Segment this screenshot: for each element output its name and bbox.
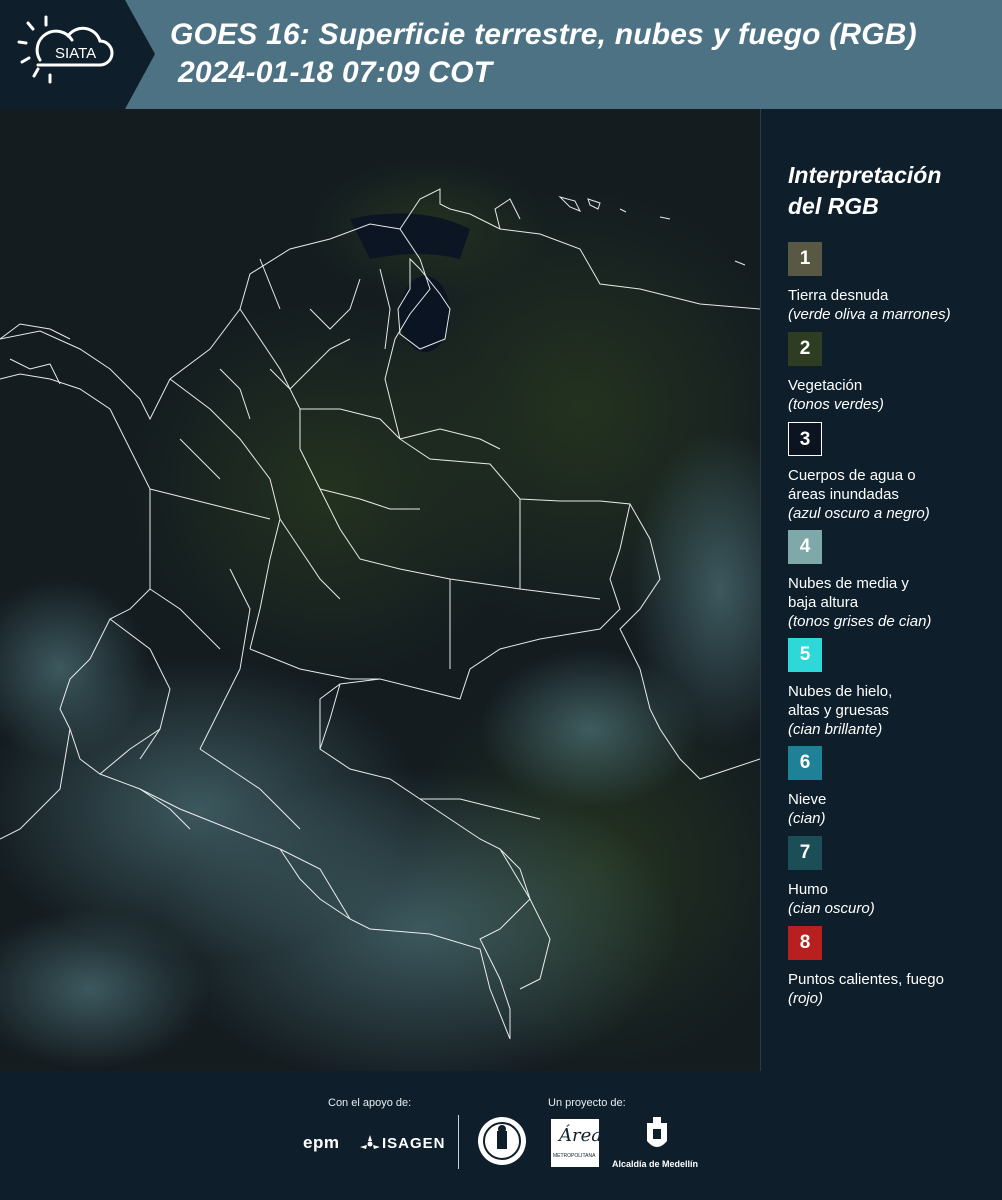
legend-text-3: Cuerpos de agua o áreas inundadas (azul … [788, 466, 998, 523]
alcaldia-logo: Alcaldía de Medellín [612, 1159, 699, 1169]
header: SIATA GOES 16: Superficie terrestre, nub… [0, 0, 1002, 109]
rgb-legend: Interpretación del RGB 1 Tierra desnuda … [788, 160, 998, 1016]
legend-label-4b: baja altura [788, 594, 859, 611]
legend-label-5: Nubes de hielo, [788, 683, 893, 700]
legend-text-1: Tierra desnuda (verde oliva a marrones) [788, 286, 998, 324]
legend-swatch-3: 3 [788, 422, 822, 456]
legend-label-1: Tierra desnuda [788, 287, 889, 304]
logo-text: SIATA [55, 45, 96, 62]
legend-swatch-5: 5 [788, 638, 822, 672]
legend-item-4: 4 Nubes de media y baja altura (tonos gr… [788, 530, 998, 638]
legend-item-6: 6 Nieve (cian) [788, 746, 998, 836]
legend-sub-8: (rojo) [788, 990, 824, 1007]
legend-item-3: 3 Cuerpos de agua o áreas inundadas (azu… [788, 422, 998, 530]
legend-item-2: 2 Vegetación (tonos verdes) [788, 332, 998, 422]
legend-sub-5: (cian brillante) [788, 721, 883, 738]
area-logo-text: Área [559, 1125, 602, 1146]
isagen-icon [360, 1135, 380, 1149]
legend-text-4: Nubes de media y baja altura (tonos gris… [788, 574, 998, 631]
legend-sub-6: (cian) [788, 810, 826, 827]
legend-text-8: Puntos calientes, fuego (rojo) [788, 970, 998, 1008]
legend-swatch-1: 1 [788, 242, 822, 276]
legend-text-7: Humo (cian oscuro) [788, 880, 998, 918]
legend-item-7: 7 Humo (cian oscuro) [788, 836, 998, 926]
legend-text-5: Nubes de hielo, altas y gruesas (cian br… [788, 682, 998, 739]
legend-sub-3: (azul oscuro a negro) [788, 505, 930, 522]
support-label: Con el apoyo de: [328, 1097, 412, 1109]
title-line-2: 2024-01-18 07:09 COT [178, 56, 493, 89]
legend-text-2: Vegetación (tonos verdes) [788, 376, 998, 414]
legend-title-line-1: Interpretación [788, 162, 942, 188]
title-line-1: GOES 16: Superficie terrestre, nubes y f… [170, 18, 917, 51]
legend-title: Interpretación del RGB [788, 160, 998, 222]
legend-label-6: Nieve [788, 791, 827, 808]
epm-logo: epm [303, 1133, 340, 1152]
legend-swatch-8: 8 [788, 926, 822, 960]
legend-label-5b: altas y gruesas [788, 702, 889, 719]
legend-item-5: 5 Nubes de hielo, altas y gruesas (cian … [788, 638, 998, 746]
legend-label-3b: áreas inundadas [788, 486, 899, 503]
project-label: Un proyecto de: [548, 1097, 626, 1109]
page-title: GOES 16: Superficie terrestre, nubes y f… [170, 16, 917, 92]
isagen-logo: ISAGEN [382, 1135, 446, 1152]
legend-item-1: 1 Tierra desnuda (verde oliva a marrones… [788, 242, 998, 332]
legend-text-6: Nieve (cian) [788, 790, 998, 828]
siata-logo: SIATA [0, 0, 155, 109]
legend-sub-7: (cian oscuro) [788, 900, 875, 917]
legend-label-3: Cuerpos de agua o [788, 467, 916, 484]
legend-swatch-4: 4 [788, 530, 822, 564]
area-metropolitana-logo: Área METROPOLITANA [551, 1119, 602, 1167]
legend-label-8: Puntos calientes, fuego [788, 971, 944, 988]
legend-title-line-2: del RGB [788, 193, 879, 219]
legend-label-7: Humo [788, 881, 829, 898]
legend-sub-2: (tonos verdes) [788, 396, 884, 413]
legend-swatch-6: 6 [788, 746, 822, 780]
legend-label-2: Vegetación [788, 377, 863, 394]
area-logo-subtext: METROPOLITANA [553, 1153, 596, 1159]
legend-sub-1: (verde oliva a marrones) [788, 306, 951, 323]
footer: Con el apoyo de: Un proyecto de: epm ISA… [0, 1071, 1002, 1200]
legend-swatch-7: 7 [788, 836, 822, 870]
legend-swatch-2: 2 [788, 332, 822, 366]
satellite-map[interactable] [0, 109, 761, 1071]
legend-label-4: Nubes de media y [788, 575, 909, 592]
footer-divider [458, 1115, 459, 1169]
seal-icon [478, 1117, 526, 1165]
legend-item-8: 8 Puntos calientes, fuego (rojo) [788, 926, 998, 1016]
coat-of-arms-icon [647, 1117, 667, 1147]
legend-sub-4: (tonos grises de cian) [788, 613, 932, 630]
